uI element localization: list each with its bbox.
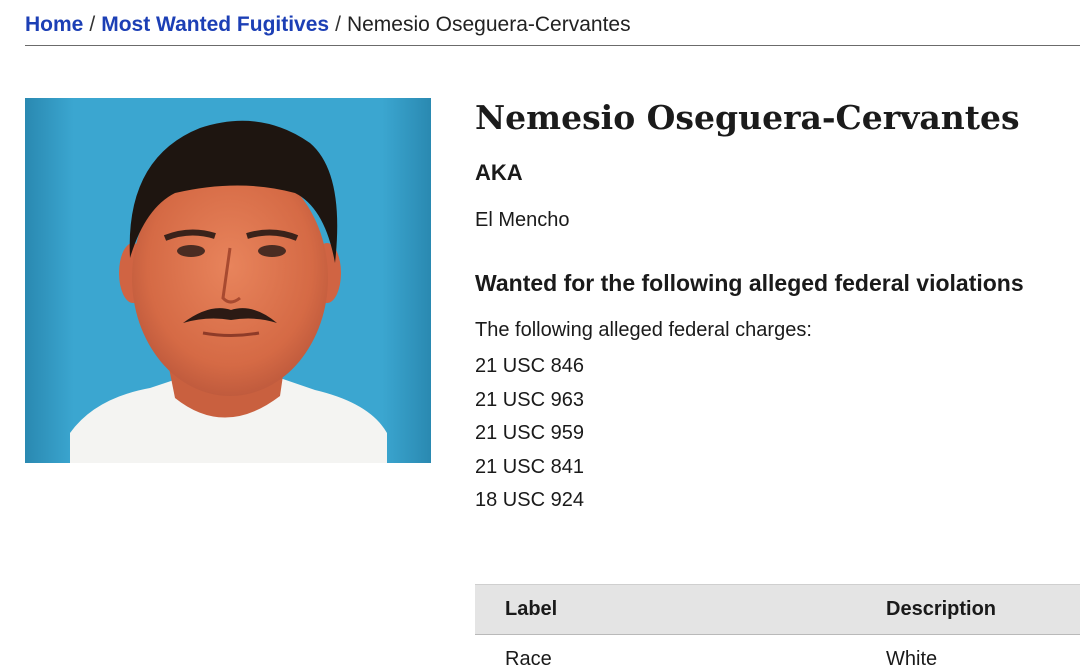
breadcrumb-separator: / — [89, 13, 96, 36]
charge-item: 21 USC 846 — [475, 355, 584, 377]
description-table: Label Description Race White — [475, 584, 1080, 666]
charges-intro: The following alleged federal charges: — [475, 319, 812, 341]
aka-value: El Mencho — [475, 209, 570, 231]
table-header-row: Label Description — [475, 584, 1080, 635]
page-title: Nemesio Oseguera-Cervantes — [475, 98, 1020, 137]
fugitive-photo — [25, 98, 431, 463]
breadcrumb-home-link[interactable]: Home — [25, 13, 83, 36]
breadcrumb: Home / Most Wanted Fugitives / Nemesio Osegu… — [25, 10, 631, 40]
table-cell-description: White — [886, 647, 938, 666]
fugitive-details: Nemesio Oseguera-Cervantes AKA El Mencho… — [475, 96, 1080, 518]
charge-item: 18 USC 924 — [475, 489, 584, 512]
table-row: Race White — [475, 635, 1080, 666]
charges-list: 21 USC 846 21 USC 963 21 USC 959 21 USC … — [475, 350, 1080, 518]
breadcrumb-separator: / — [335, 13, 341, 36]
charge-item: 21 USC 959 — [475, 422, 584, 445]
breadcrumb-current: Nemesio Oseguera-Cervantes — [346, 13, 631, 36]
charge-item: 21 USC 841 — [475, 455, 584, 478]
page: Home / Most Wanted Fugitives / Nemesio Osegu… — [0, 0, 1080, 666]
breadcrumb-divider — [25, 45, 1080, 46]
charge-item: 21 USC 963 — [475, 388, 584, 411]
table-cell-label: Race — [505, 647, 552, 666]
breadcrumb-section-link[interactable]: Most Wanted Fugitives — [101, 13, 329, 36]
table-header-description: Description — [886, 584, 1080, 635]
violations-heading: Wanted for the following alleged federal… — [475, 270, 1024, 296]
table-header-label: Label — [475, 584, 886, 635]
aka-heading: AKA — [475, 160, 523, 185]
